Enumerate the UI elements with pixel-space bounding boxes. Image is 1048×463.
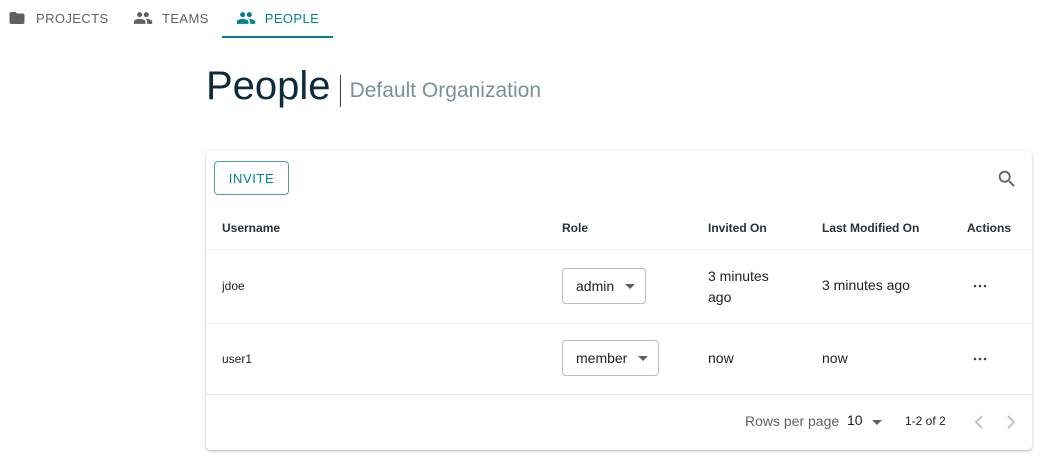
- footer-divider: [206, 394, 1032, 395]
- role-select[interactable]: admin: [562, 268, 646, 304]
- table-row: jdoe admin 3 minutes ago 3 minutes ago: [206, 250, 1032, 323]
- page-title: People: [206, 64, 331, 108]
- last-modified-cell: 3 minutes ago: [822, 277, 910, 293]
- people-icon: [133, 8, 153, 28]
- last-modified-cell: now: [822, 350, 848, 366]
- search-icon[interactable]: [996, 168, 1018, 190]
- column-header-invited-on[interactable]: Invited On: [708, 221, 767, 235]
- rows-per-page-label: Rows per page: [745, 413, 840, 429]
- chevron-left-icon[interactable]: [968, 411, 990, 433]
- top-tabs: PROJECTS TEAMS PEOPLE: [0, 0, 1048, 38]
- chevron-right-icon[interactable]: [1000, 411, 1022, 433]
- username-cell: jdoe: [222, 279, 245, 293]
- invited-on-cell: 3 minutes ago: [708, 268, 769, 305]
- column-header-username[interactable]: Username: [222, 221, 280, 235]
- people-table-card: INVITE Username Role Invited On Last Mod…: [206, 151, 1032, 450]
- rows-per-page-select[interactable]: 10: [847, 412, 885, 432]
- column-header-actions: Actions: [967, 221, 1012, 235]
- more-horizontal-icon[interactable]: [970, 349, 990, 369]
- column-header-role[interactable]: Role: [562, 221, 588, 235]
- role-select-value: member: [576, 350, 628, 366]
- page-subtitle: Default Organization: [349, 79, 542, 102]
- tab-projects[interactable]: PROJECTS: [7, 0, 117, 36]
- dropdown-caret-icon: [625, 284, 635, 289]
- tab-teams-label: TEAMS: [162, 10, 209, 26]
- pagination-range: 1-2 of 2: [905, 414, 946, 428]
- invited-on-cell: now: [708, 350, 734, 366]
- table-row: user1 member now now: [206, 324, 1032, 394]
- tab-people[interactable]: PEOPLE: [222, 0, 333, 38]
- folder-icon: [7, 8, 27, 28]
- people-icon: [236, 8, 256, 28]
- page-heading: People Default Organization: [206, 62, 541, 110]
- tab-teams[interactable]: TEAMS: [133, 0, 223, 36]
- username-cell: user1: [222, 352, 253, 366]
- rows-per-page-value: 10: [847, 412, 863, 428]
- dropdown-caret-icon: [638, 356, 648, 361]
- role-select[interactable]: member: [562, 340, 659, 376]
- more-horizontal-icon[interactable]: [970, 276, 990, 296]
- tab-people-label: PEOPLE: [264, 10, 320, 26]
- column-header-last-modified-on[interactable]: Last Modified On: [822, 221, 919, 235]
- invite-button[interactable]: INVITE: [214, 161, 289, 195]
- tab-projects-label: PROJECTS: [36, 10, 109, 26]
- role-select-value: admin: [576, 278, 615, 294]
- dropdown-caret-icon: [872, 420, 882, 425]
- title-divider: [339, 75, 341, 107]
